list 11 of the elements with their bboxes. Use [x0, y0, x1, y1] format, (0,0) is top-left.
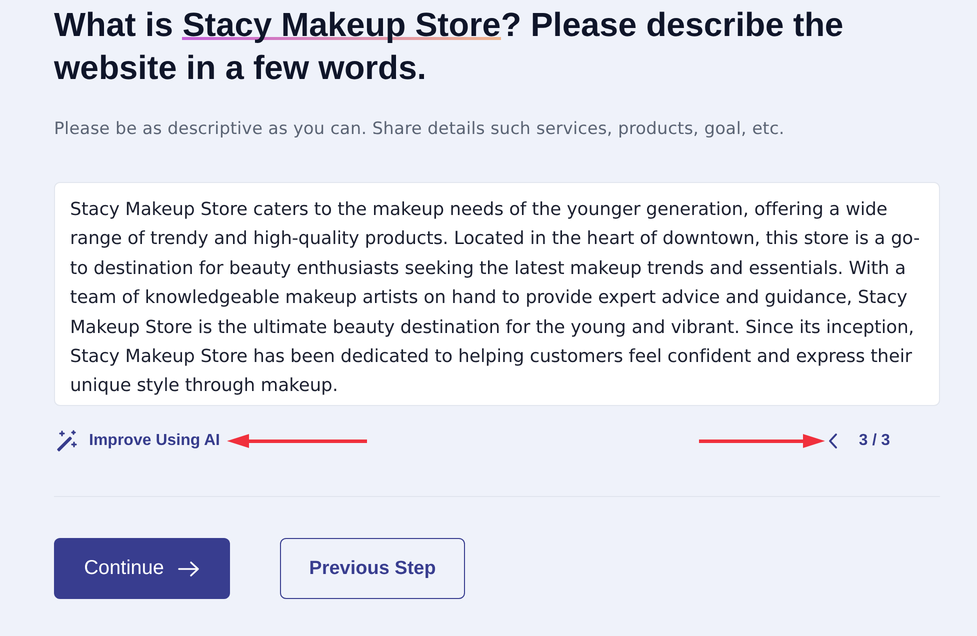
page-title: What is Stacy Makeup Store? Please describe the website in a few words.: [54, 6, 844, 89]
previous-step-button[interactable]: Previous Step: [280, 538, 465, 599]
magic-wand-icon: [56, 430, 78, 452]
hint-text: Please be as descriptive as you can. Share details such services, products, goal, etc.: [54, 118, 786, 141]
improve-using-ai-link[interactable]: Improve Using AI: [89, 432, 220, 450]
description-field[interactable]: Stacy Makeup Store caters to the makeup needs of the younger generation, offering a wide range of trendy and high-quality products. Located in the heart of downtown, this store is a go-to destination for beauty enthusiasts seeking the latest makeup trends and essentials. With a team of knowledgeable makeup artists on hand to provide expert advice and guidance, Stacy Makeup Store is the ultimate beauty destination for the young and vibrant. Since its inception, Stacy Makeup Store has been dedicated to helping customers feel confident and express their unique style through makeup.: [54, 182, 940, 406]
version-counter: 3 / 3: [858, 432, 890, 450]
arrow-right-icon: [178, 560, 200, 576]
continue-button[interactable]: Continue: [54, 538, 230, 599]
chevron-left-icon: [828, 433, 838, 449]
previous-version-button[interactable]: [828, 433, 838, 449]
